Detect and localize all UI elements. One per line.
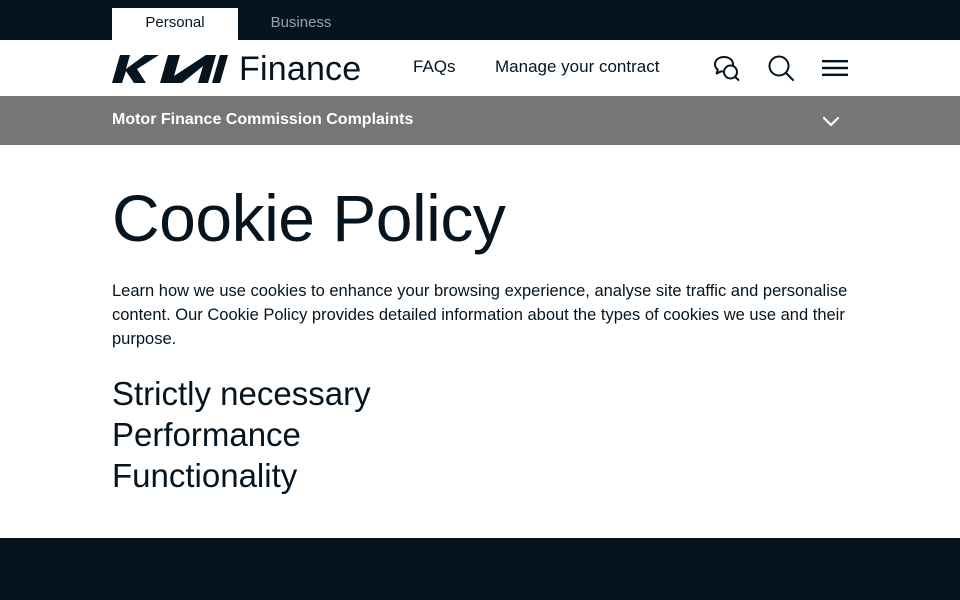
- site-header: Finance FAQs Manage your contract: [0, 40, 960, 96]
- section-link-performance[interactable]: Performance: [112, 414, 371, 455]
- tab-personal[interactable]: Personal: [112, 8, 238, 40]
- page-title: Cookie Policy: [112, 181, 506, 255]
- menu-icon: [822, 60, 848, 76]
- chat-button[interactable]: [713, 54, 741, 82]
- section-link-strictly-necessary[interactable]: Strictly necessary: [112, 373, 371, 414]
- audience-tabs: Personal Business: [0, 0, 960, 40]
- search-button[interactable]: [767, 54, 795, 82]
- banner-title: Motor Finance Commission Complaints: [112, 111, 414, 128]
- kia-logo-icon: [112, 55, 228, 83]
- section-link-functionality[interactable]: Functionality: [112, 455, 371, 496]
- chat-icon: [714, 56, 740, 81]
- menu-button[interactable]: [821, 54, 849, 82]
- search-icon: [768, 55, 794, 81]
- chevron-down-icon[interactable]: [821, 112, 841, 132]
- site-footer: [0, 538, 960, 600]
- commission-complaints-banner[interactable]: Motor Finance Commission Complaints: [0, 96, 960, 145]
- logo-wordmark: Finance: [239, 50, 362, 88]
- cookie-category-list: Strictly necessary Performance Functiona…: [112, 373, 371, 496]
- kia-finance-logo[interactable]: Finance: [112, 50, 372, 88]
- nav-manage-contract[interactable]: Manage your contract: [495, 56, 659, 78]
- tab-business[interactable]: Business: [238, 8, 364, 40]
- intro-paragraph: Learn how we use cookies to enhance your…: [112, 282, 848, 348]
- nav-faqs[interactable]: FAQs: [413, 56, 456, 78]
